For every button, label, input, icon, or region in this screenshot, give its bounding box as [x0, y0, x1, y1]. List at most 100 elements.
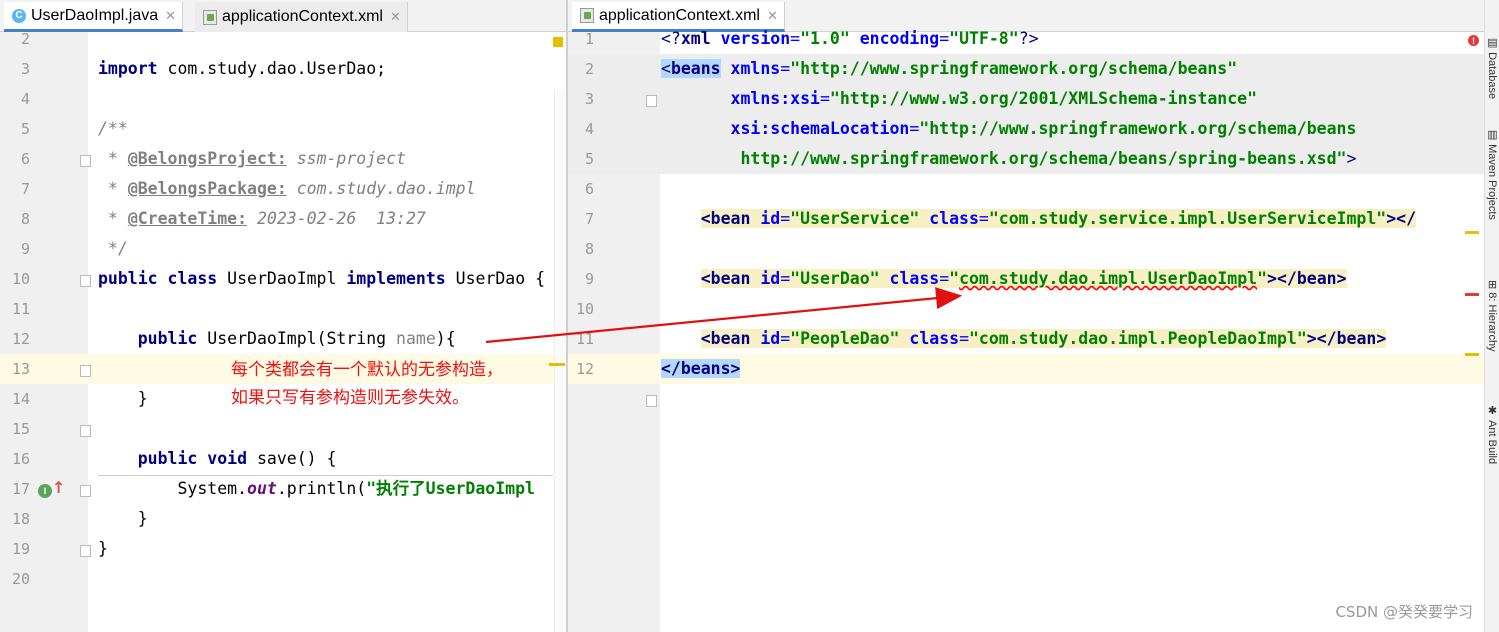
close-icon[interactable]: ✕ [165, 8, 176, 24]
line-number: 15 [11, 420, 30, 438]
fold-toggle-icon[interactable] [646, 95, 657, 107]
line-number: 9 [20, 240, 30, 258]
tool-database[interactable]: ▤ Database [1486, 36, 1499, 99]
annotation-text: 每个类都会有一个默认的无参构造， 如果只写有参构造则无参失效。 [231, 356, 503, 412]
close-icon[interactable]: ✕ [390, 9, 401, 25]
code-line[interactable]: 9 */ [0, 234, 567, 264]
error-indicator-icon[interactable]: ! [1468, 35, 1479, 46]
close-icon[interactable]: ✕ [767, 8, 778, 24]
line-number: 3 [584, 90, 594, 108]
code-text: http://www.springframework.org/schema/be… [740, 149, 1357, 168]
fold-toggle-icon[interactable] [80, 155, 91, 167]
line-number: 18 [11, 510, 30, 528]
line-number: 11 [575, 330, 594, 348]
code-line[interactable]: 8 [568, 234, 1484, 264]
code-text: /** [98, 119, 128, 138]
code-line[interactable]: 3 xmlns:xsi="http://www.w3.org/2001/XMLS… [568, 84, 1484, 114]
tool-hierarchy[interactable]: ⊞ 8: Hierarchy [1486, 280, 1499, 352]
line-number: 8 [20, 210, 30, 228]
code-line[interactable]: 7 <bean id="UserService" class="com.stud… [568, 204, 1484, 234]
code-text: } [98, 539, 108, 558]
code-text: * @BelongsPackage: com.study.dao.impl [98, 179, 476, 198]
code-line[interactable]: 3 import com.study.dao.UserDao; [0, 54, 567, 84]
code-text: <?xml version="1.0" encoding="UTF-8"?> [661, 29, 1039, 48]
java-class-icon: C [12, 8, 26, 23]
warning-stripe-mark[interactable] [1465, 353, 1479, 356]
line-number: 4 [584, 120, 594, 138]
code-line[interactable]: 6 [568, 174, 1484, 204]
code-line[interactable]: 20 [0, 564, 567, 594]
line-number: 9 [584, 270, 594, 288]
line-number: 20 [11, 570, 30, 588]
line-number: 10 [11, 270, 30, 288]
code-line[interactable]: 11 <bean id="PeopleDao" class="com.study… [568, 324, 1484, 354]
maven-icon: ▥ [1486, 128, 1498, 145]
fold-toggle-icon[interactable] [80, 365, 91, 377]
line-number: 3 [20, 60, 30, 78]
code-text: * @CreateTime: 2023-02-26 13:27 [98, 209, 426, 228]
code-text: } [98, 509, 148, 528]
line-number: 10 [575, 300, 594, 318]
editor-scrollbar[interactable] [554, 90, 566, 632]
code-line[interactable]: 12 </beans> [568, 354, 1484, 384]
watermark: CSDN @癸癸要学习 [1335, 603, 1473, 621]
code-line[interactable]: 5 http://www.springframework.org/schema/… [568, 144, 1484, 174]
fold-toggle-icon[interactable] [80, 425, 91, 437]
tab-label: applicationContext.xml [599, 6, 760, 24]
code-line[interactable]: 4 xsi:schemaLocation="http://www.springf… [568, 114, 1484, 144]
xml-file-icon [203, 9, 217, 25]
line-number: 19 [11, 540, 30, 558]
code-line[interactable]: 12 public UserDaoImpl(String name){ [0, 324, 567, 354]
fold-toggle-icon[interactable] [80, 275, 91, 287]
line-number: 11 [11, 300, 30, 318]
line-number: 12 [575, 360, 594, 378]
code-text: <bean id="PeopleDao" class="com.study.da… [700, 329, 1387, 348]
method-separator [98, 475, 553, 476]
line-number: 2 [20, 30, 30, 48]
override-arrow-icon[interactable]: ↑ [52, 478, 65, 497]
code-text: public UserDaoImpl(String name){ [137, 329, 456, 348]
code-line[interactable]: 9 <bean id="UserDao" class="com.study.da… [568, 264, 1484, 294]
line-number: 5 [584, 150, 594, 168]
code-text: } [98, 389, 148, 408]
code-text: <beans xmlns="http://www.springframework… [661, 59, 1238, 78]
line-number: 5 [20, 120, 30, 138]
code-line[interactable]: 11 [0, 294, 567, 324]
line-number: 17 [11, 480, 30, 498]
warning-stripe-mark[interactable] [1465, 231, 1479, 234]
hierarchy-icon: ⊞ 8: [1486, 280, 1498, 305]
error-stripe-mark[interactable] [549, 363, 565, 366]
code-text: * @BelongsProject: ssm-project [98, 149, 406, 168]
code-line[interactable]: 7 * @BelongsPackage: com.study.dao.impl [0, 174, 567, 204]
tool-maven-projects[interactable]: ▥ Maven Projects [1486, 128, 1499, 220]
ant-icon: ✱ [1486, 404, 1498, 421]
line-number: 2 [584, 60, 594, 78]
error-stripe-mark[interactable] [1465, 293, 1479, 296]
code-line[interactable]: 2 [0, 24, 567, 54]
fold-toggle-icon[interactable] [646, 395, 657, 407]
code-text: public class UserDaoImpl implements User… [98, 269, 546, 288]
code-text: xsi:schemaLocation="http://www.springfra… [730, 119, 1357, 138]
line-number: 4 [20, 90, 30, 108]
code-text: xmlns:xsi="http://www.w3.org/2001/XMLSch… [730, 89, 1258, 108]
code-line[interactable]: 10 [568, 294, 1484, 324]
fold-toggle-icon[interactable] [80, 545, 91, 557]
fold-toggle-icon[interactable] [80, 485, 91, 497]
code-line[interactable]: 18 } [0, 504, 567, 534]
tool-ant-build[interactable]: ✱ Ant Build [1486, 404, 1499, 464]
annotation-line-1: 每个类都会有一个默认的无参构造， [231, 360, 503, 380]
code-text: </beans> [661, 359, 741, 378]
code-line[interactable]: 2 <beans xmlns="http://www.springframewor… [568, 54, 1484, 84]
tab-label: UserDaoImpl.java [31, 6, 159, 24]
warning-marker-icon[interactable] [553, 37, 563, 47]
code-line[interactable]: 8 * @CreateTime: 2023-02-26 13:27 [0, 204, 567, 234]
implements-marker-icon[interactable]: I [38, 484, 52, 498]
code-line[interactable]: 4 [0, 84, 567, 114]
line-number: 14 [11, 390, 30, 408]
code-text: System.out.println("执行了UserDaoImpl [98, 479, 535, 498]
annotation-line-2: 如果只写有参构造则无参失效。 [231, 388, 469, 408]
code-line[interactable]: 1 <?xml version="1.0" encoding="UTF-8"?> [568, 24, 1484, 54]
code-line[interactable]: 16 public void save() { [0, 444, 567, 474]
code-line[interactable]: 5 /** [0, 114, 567, 144]
code-text: <bean id="UserService" class="com.study.… [700, 209, 1417, 228]
